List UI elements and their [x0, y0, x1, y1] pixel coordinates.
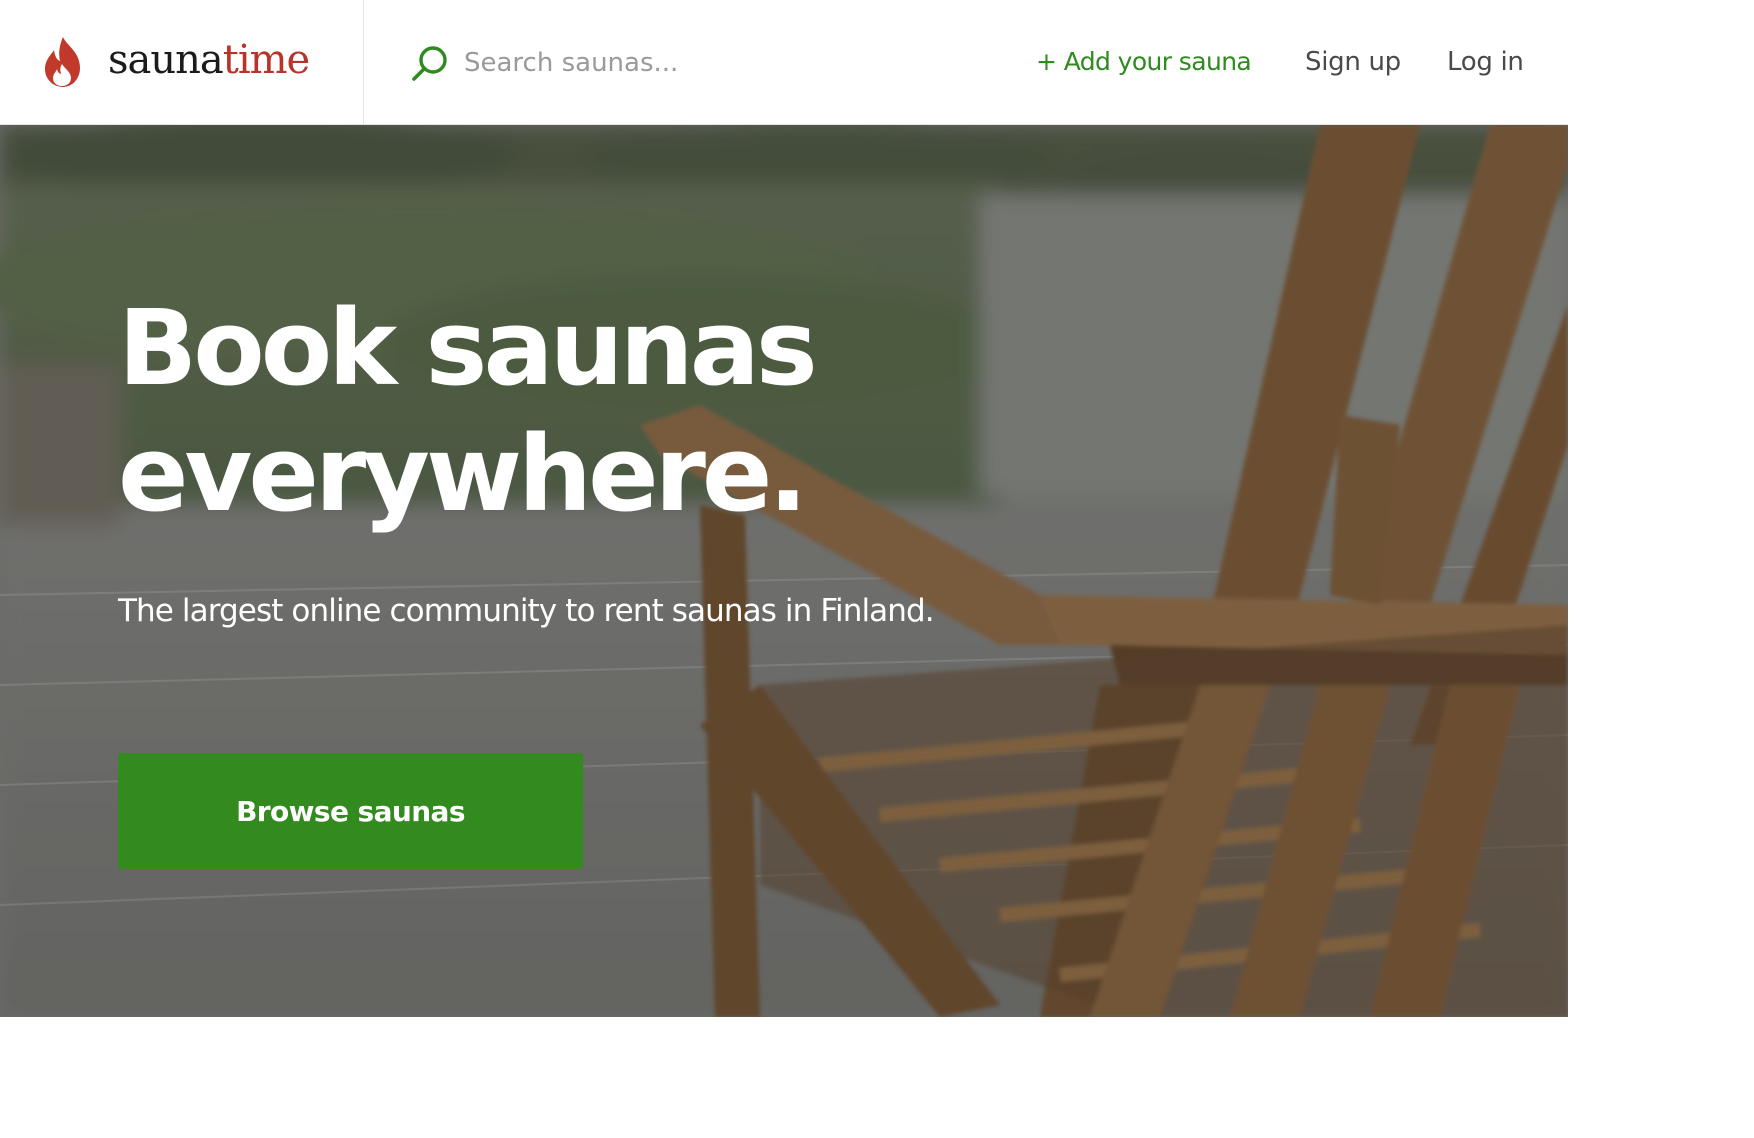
search-bar	[364, 0, 984, 125]
flame-icon	[45, 37, 80, 87]
hero-background-image	[0, 125, 1568, 1017]
logo-text-time: time	[222, 37, 310, 83]
search-icon[interactable]	[410, 44, 450, 84]
hero-section: Book saunas everywhere. The largest onli…	[0, 125, 1568, 1017]
top-navigation: saunatime + Add your sauna Sign up Log i…	[0, 0, 1568, 125]
hero-title-line-2: everywhere.	[118, 413, 808, 535]
logo-text: saunatime	[108, 34, 310, 86]
logo-text-sauna: sauna	[108, 37, 224, 83]
log-in-link[interactable]: Log in	[1447, 42, 1527, 82]
sign-up-link[interactable]: Sign up	[1305, 42, 1405, 82]
search-input[interactable]	[464, 42, 944, 84]
hero-subtitle: The largest online community to rent sau…	[118, 593, 935, 629]
hero-title-line-1: Book saunas	[118, 287, 818, 409]
hero-title: Book saunas everywhere.	[118, 285, 1018, 537]
logo-link[interactable]: saunatime	[0, 0, 364, 125]
add-sauna-link[interactable]: + Add your sauna	[1036, 42, 1266, 82]
browse-saunas-button[interactable]: Browse saunas	[118, 753, 583, 869]
